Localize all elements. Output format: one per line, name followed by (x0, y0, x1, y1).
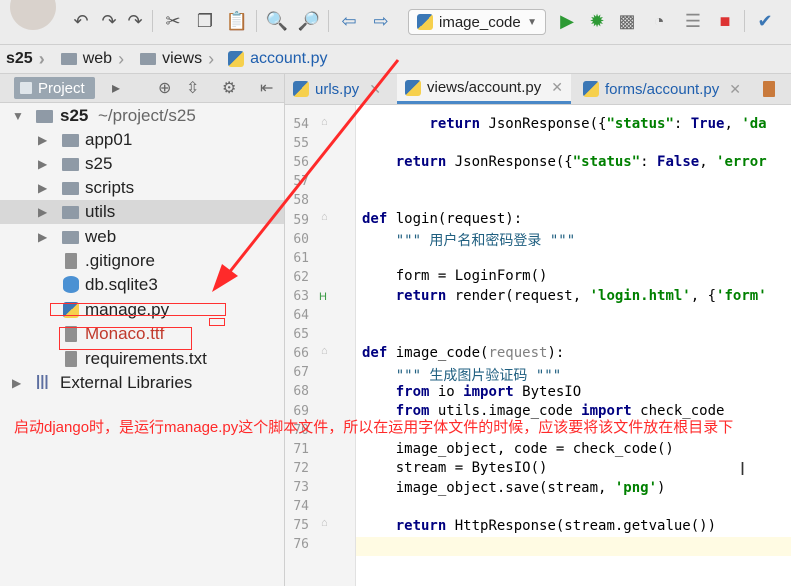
annotation-text: 启动django时，是运行manage.py这个脚本文件，所以在运用字体文件的时… (14, 419, 734, 436)
annotation-arrow (212, 59, 400, 292)
